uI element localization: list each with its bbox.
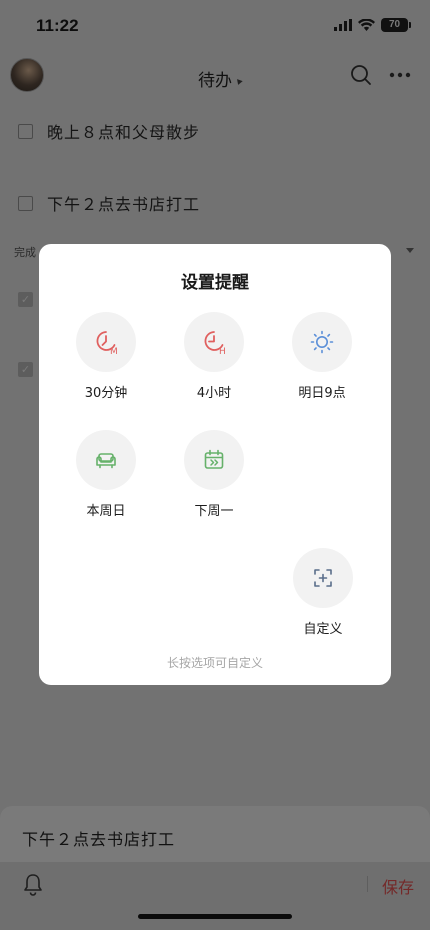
- task-edit-sheet: 下午２点去书店打工 保存: [0, 806, 430, 930]
- option-label: 4小时: [196, 386, 232, 401]
- option-circle[interactable]: [184, 430, 244, 490]
- save-button[interactable]: 保存: [382, 874, 414, 898]
- signal-icon: [334, 19, 352, 31]
- battery-indicator: 70: [381, 18, 411, 32]
- task-input-value: 下午２点去书店打工: [22, 830, 176, 849]
- completed-checkbox[interactable]: ✓: [18, 362, 33, 377]
- custom-add-icon: [314, 569, 332, 587]
- task-text: 晚上８点和父母散步: [47, 123, 201, 142]
- list-item[interactable]: 下午２点去书店打工: [18, 188, 200, 218]
- search-icon[interactable]: [350, 64, 372, 86]
- status-icons: 70: [334, 18, 411, 32]
- option-circle[interactable]: [293, 548, 353, 608]
- option-4-hours[interactable]: H 4小时: [169, 312, 259, 401]
- option-label: 自定义: [303, 622, 343, 637]
- option-label: 30分钟: [84, 386, 128, 401]
- bell-icon[interactable]: [22, 872, 44, 896]
- option-tomorrow-9am[interactable]: 明日9点: [277, 312, 367, 401]
- completed-checkbox[interactable]: ✓: [18, 292, 33, 307]
- dialog-hint: 长按选项可自定义: [166, 656, 263, 670]
- nav-bar: 待办: [0, 54, 430, 100]
- clock-h-icon: H: [204, 331, 226, 355]
- list-item[interactable]: 晚上８点和父母散步: [18, 116, 200, 146]
- divider: [367, 876, 368, 892]
- option-circle[interactable]: [292, 312, 352, 372]
- option-circle[interactable]: [76, 430, 136, 490]
- task-text: 下午２点去书店打工: [47, 195, 201, 214]
- option-circle[interactable]: H: [184, 312, 244, 372]
- option-next-monday[interactable]: 下周一: [169, 430, 259, 519]
- status-time: 11:22: [36, 16, 79, 35]
- reminder-dialog: 设置提醒 M 30分钟 H 4小时 明日9点 本周日 下周一 自定义 长按选项可…: [39, 244, 391, 685]
- dialog-title: 设置提醒: [181, 273, 249, 293]
- chevron-down-icon[interactable]: [406, 248, 414, 253]
- option-this-sunday[interactable]: 本周日: [61, 430, 151, 519]
- calendar-next-icon: [204, 449, 224, 469]
- more-icon[interactable]: [388, 64, 412, 86]
- option-circle[interactable]: M: [76, 312, 136, 372]
- sun-icon: [310, 330, 334, 354]
- done-section-label[interactable]: 完成: [14, 244, 36, 260]
- clock-m-icon: M: [96, 331, 118, 355]
- option-label: 下周一: [194, 504, 234, 519]
- task-input-field[interactable]: 下午２点去书店打工: [0, 806, 430, 862]
- option-custom[interactable]: 自定义: [278, 548, 368, 637]
- option-label: 明日9点: [298, 386, 346, 401]
- option-30-minutes[interactable]: M 30分钟: [61, 312, 151, 401]
- task-checkbox[interactable]: [18, 123, 33, 139]
- sofa-icon: [96, 453, 116, 469]
- home-indicator[interactable]: [138, 914, 292, 919]
- task-checkbox[interactable]: [18, 195, 33, 211]
- svg-text:H: H: [219, 347, 226, 355]
- status-bar: 11:22 70: [0, 0, 430, 54]
- wifi-icon: [358, 19, 375, 31]
- svg-text:M: M: [110, 347, 118, 355]
- option-label: 本周日: [86, 504, 126, 519]
